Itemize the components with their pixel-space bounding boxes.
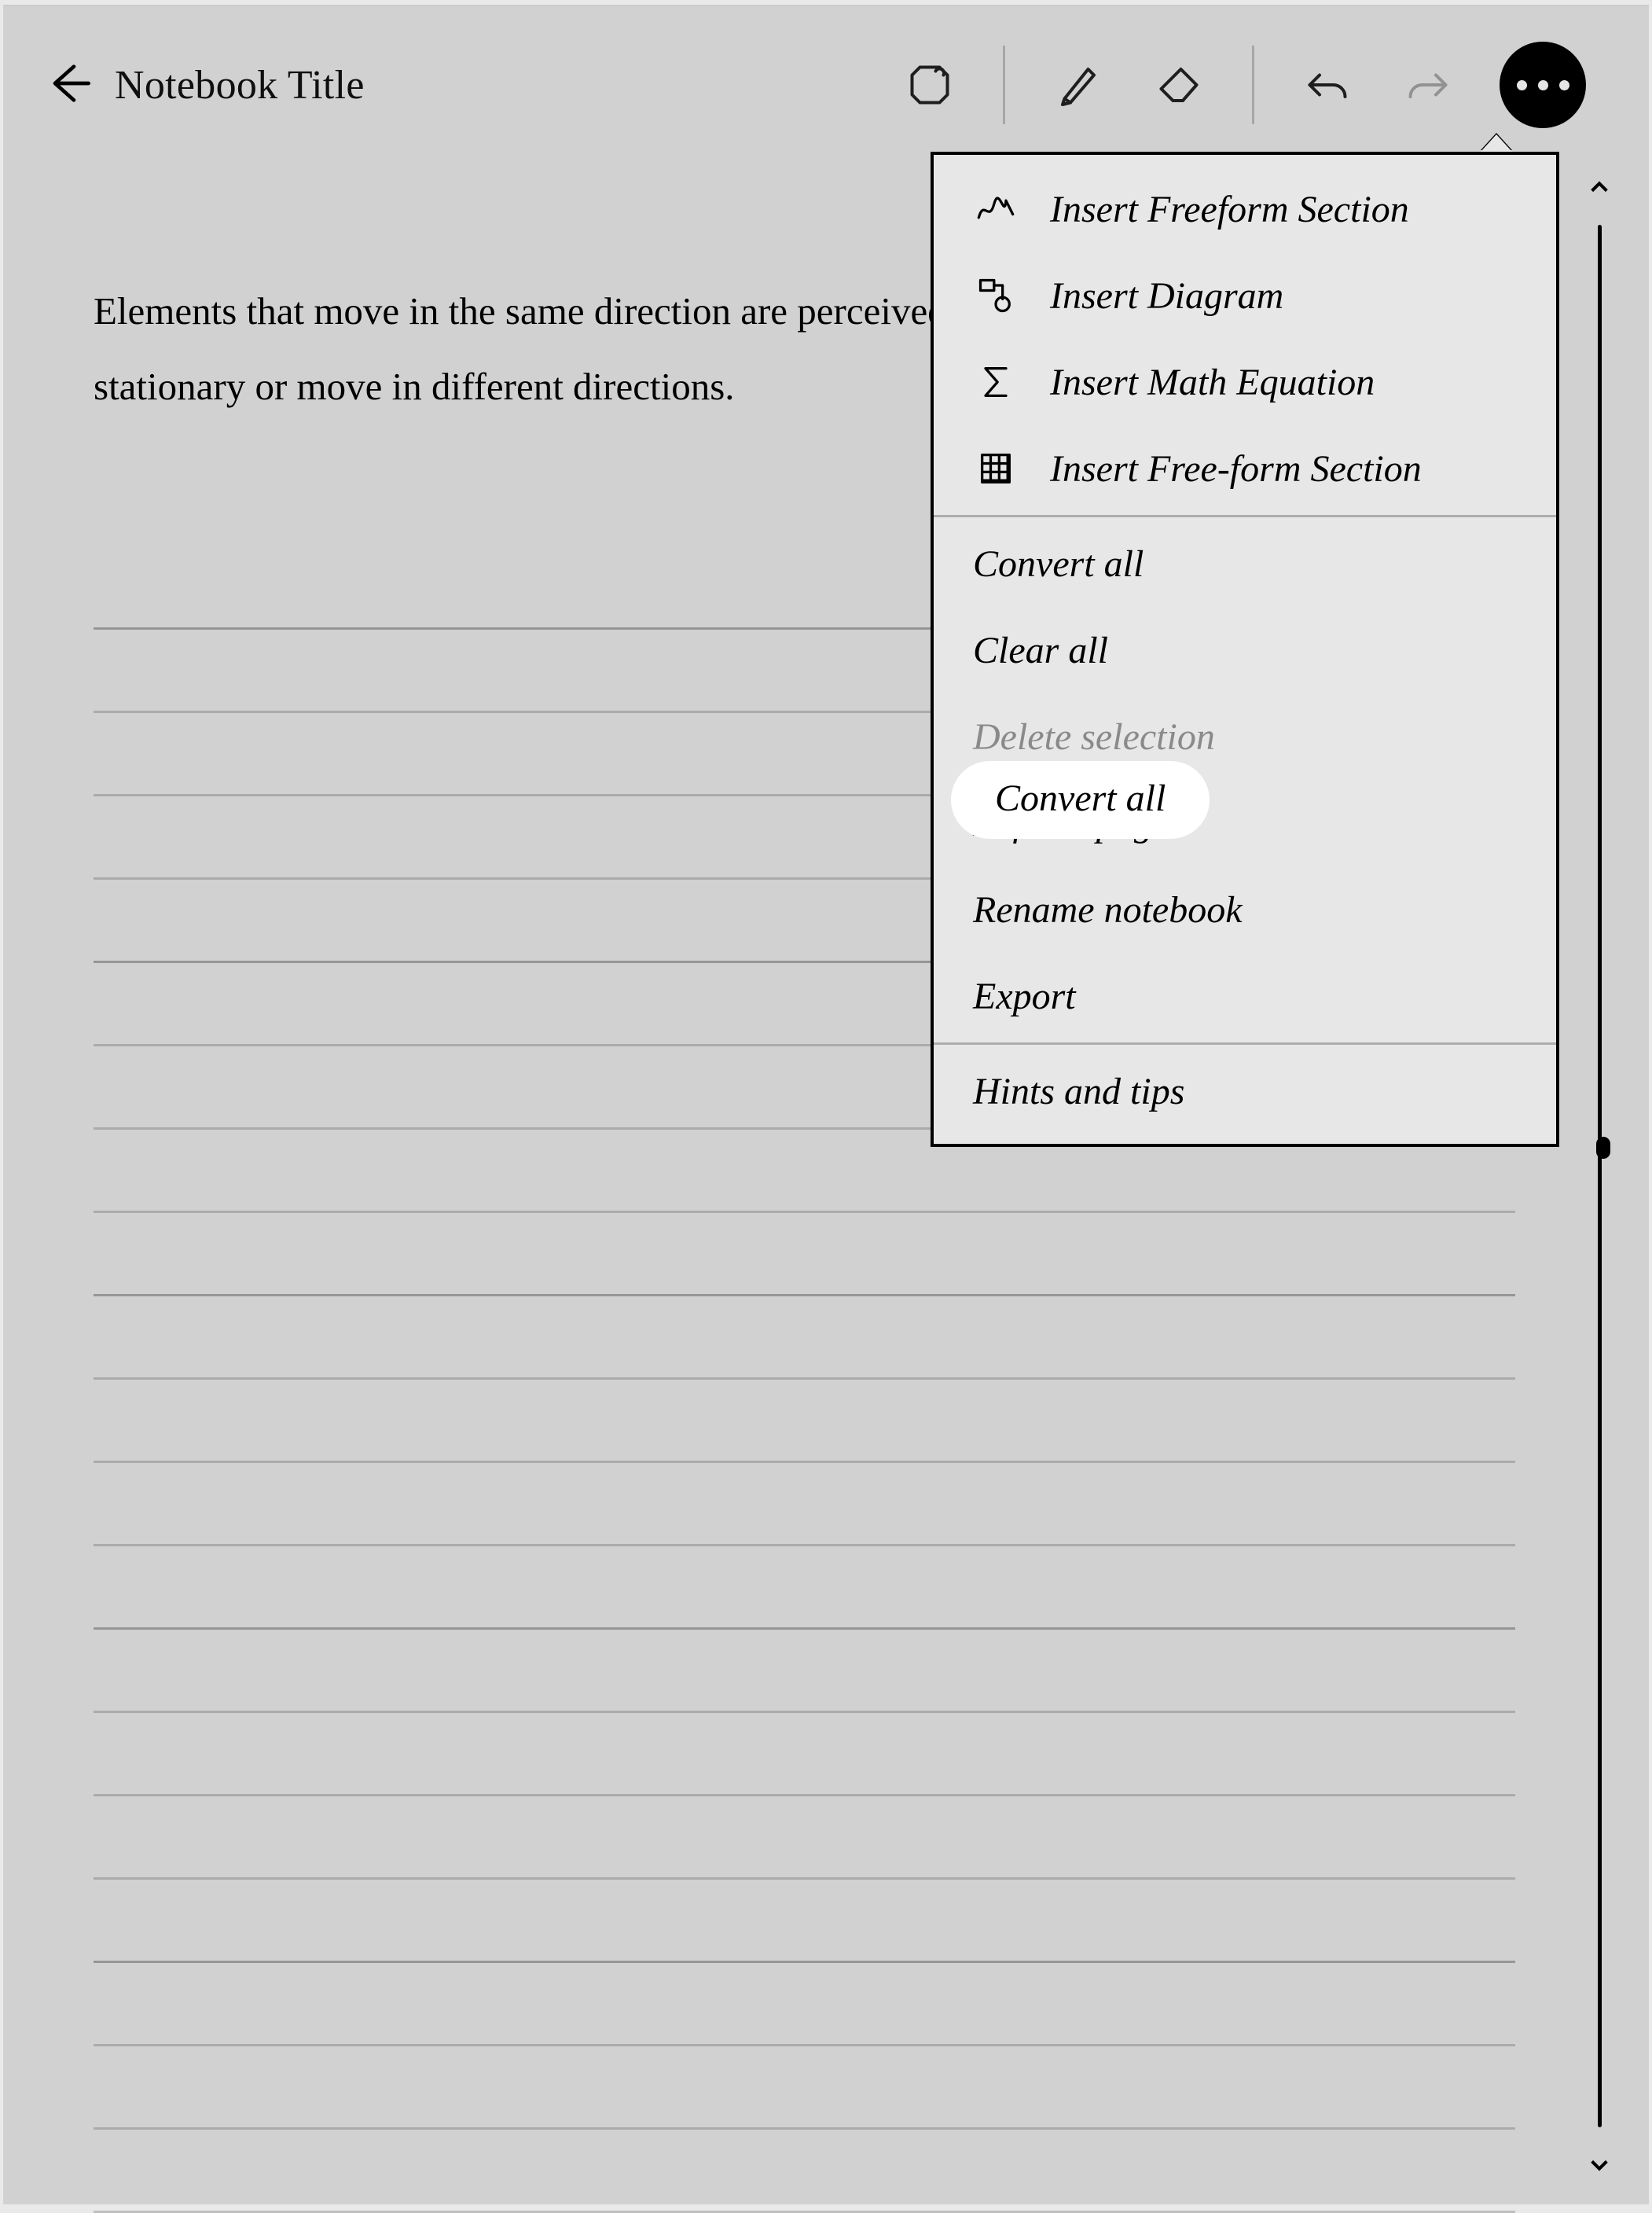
menu-pointer: [1481, 134, 1512, 152]
notebook-title[interactable]: Notebook Title: [115, 62, 365, 108]
more-menu-button[interactable]: [1500, 42, 1586, 128]
top-toolbar: Notebook Title: [3, 6, 1625, 164]
menu-insert-math[interactable]: Insert Math Equation: [934, 339, 1556, 425]
menu-item-label: Insert Free-form Section: [1050, 447, 1422, 491]
scrollbar[interactable]: [1572, 171, 1627, 2181]
scroll-track[interactable]: [1598, 225, 1602, 2127]
menu-separator: [934, 515, 1556, 517]
back-button[interactable]: [42, 58, 93, 112]
highlighted-menu-item[interactable]: Convert all: [951, 761, 1210, 839]
grid-icon: [973, 448, 1019, 489]
menu-item-label: Delete selection: [973, 715, 1215, 759]
menu-item-label: Insert Freeform Section: [1050, 188, 1409, 231]
scribble-icon: [973, 189, 1019, 230]
redo-button[interactable]: [1393, 50, 1463, 120]
menu-separator: [934, 1042, 1556, 1045]
scroll-bead[interactable]: [1596, 1137, 1610, 1159]
undo-button[interactable]: [1292, 50, 1363, 120]
menu-item-label: Clear all: [973, 629, 1108, 672]
eraser-tool-button[interactable]: [1144, 50, 1214, 120]
menu-insert-freeform-grid[interactable]: Insert Free-form Section: [934, 425, 1556, 512]
menu-item-label: Export: [973, 975, 1076, 1018]
rotate-tool-button[interactable]: [894, 50, 965, 120]
menu-hints-and-tips[interactable]: Hints and tips: [934, 1048, 1556, 1134]
scroll-down-icon[interactable]: [1584, 2149, 1615, 2181]
menu-export[interactable]: Export: [934, 953, 1556, 1039]
menu-item-label: Convert all: [973, 542, 1144, 586]
menu-item-label: Hints and tips: [973, 1070, 1184, 1113]
more-menu: Insert Freeform Section Insert Diagram I…: [931, 152, 1559, 1147]
toolbar-divider: [1252, 46, 1254, 124]
menu-insert-diagram[interactable]: Insert Diagram: [934, 252, 1556, 339]
menu-insert-freeform[interactable]: Insert Freeform Section: [934, 166, 1556, 252]
menu-item-label: Insert Diagram: [1050, 274, 1283, 318]
menu-convert-all[interactable]: Convert all: [934, 520, 1556, 607]
menu-clear-all[interactable]: Clear all: [934, 607, 1556, 693]
scroll-up-icon[interactable]: [1584, 171, 1615, 203]
pen-tool-button[interactable]: [1043, 50, 1114, 120]
toolbar-divider: [1003, 46, 1005, 124]
menu-item-label: Rename notebook: [973, 888, 1243, 932]
menu-rename-notebook[interactable]: Rename notebook: [934, 866, 1556, 953]
menu-item-label: Insert Math Equation: [1050, 361, 1375, 404]
diagram-icon: [973, 275, 1019, 316]
sigma-icon: [973, 362, 1019, 403]
